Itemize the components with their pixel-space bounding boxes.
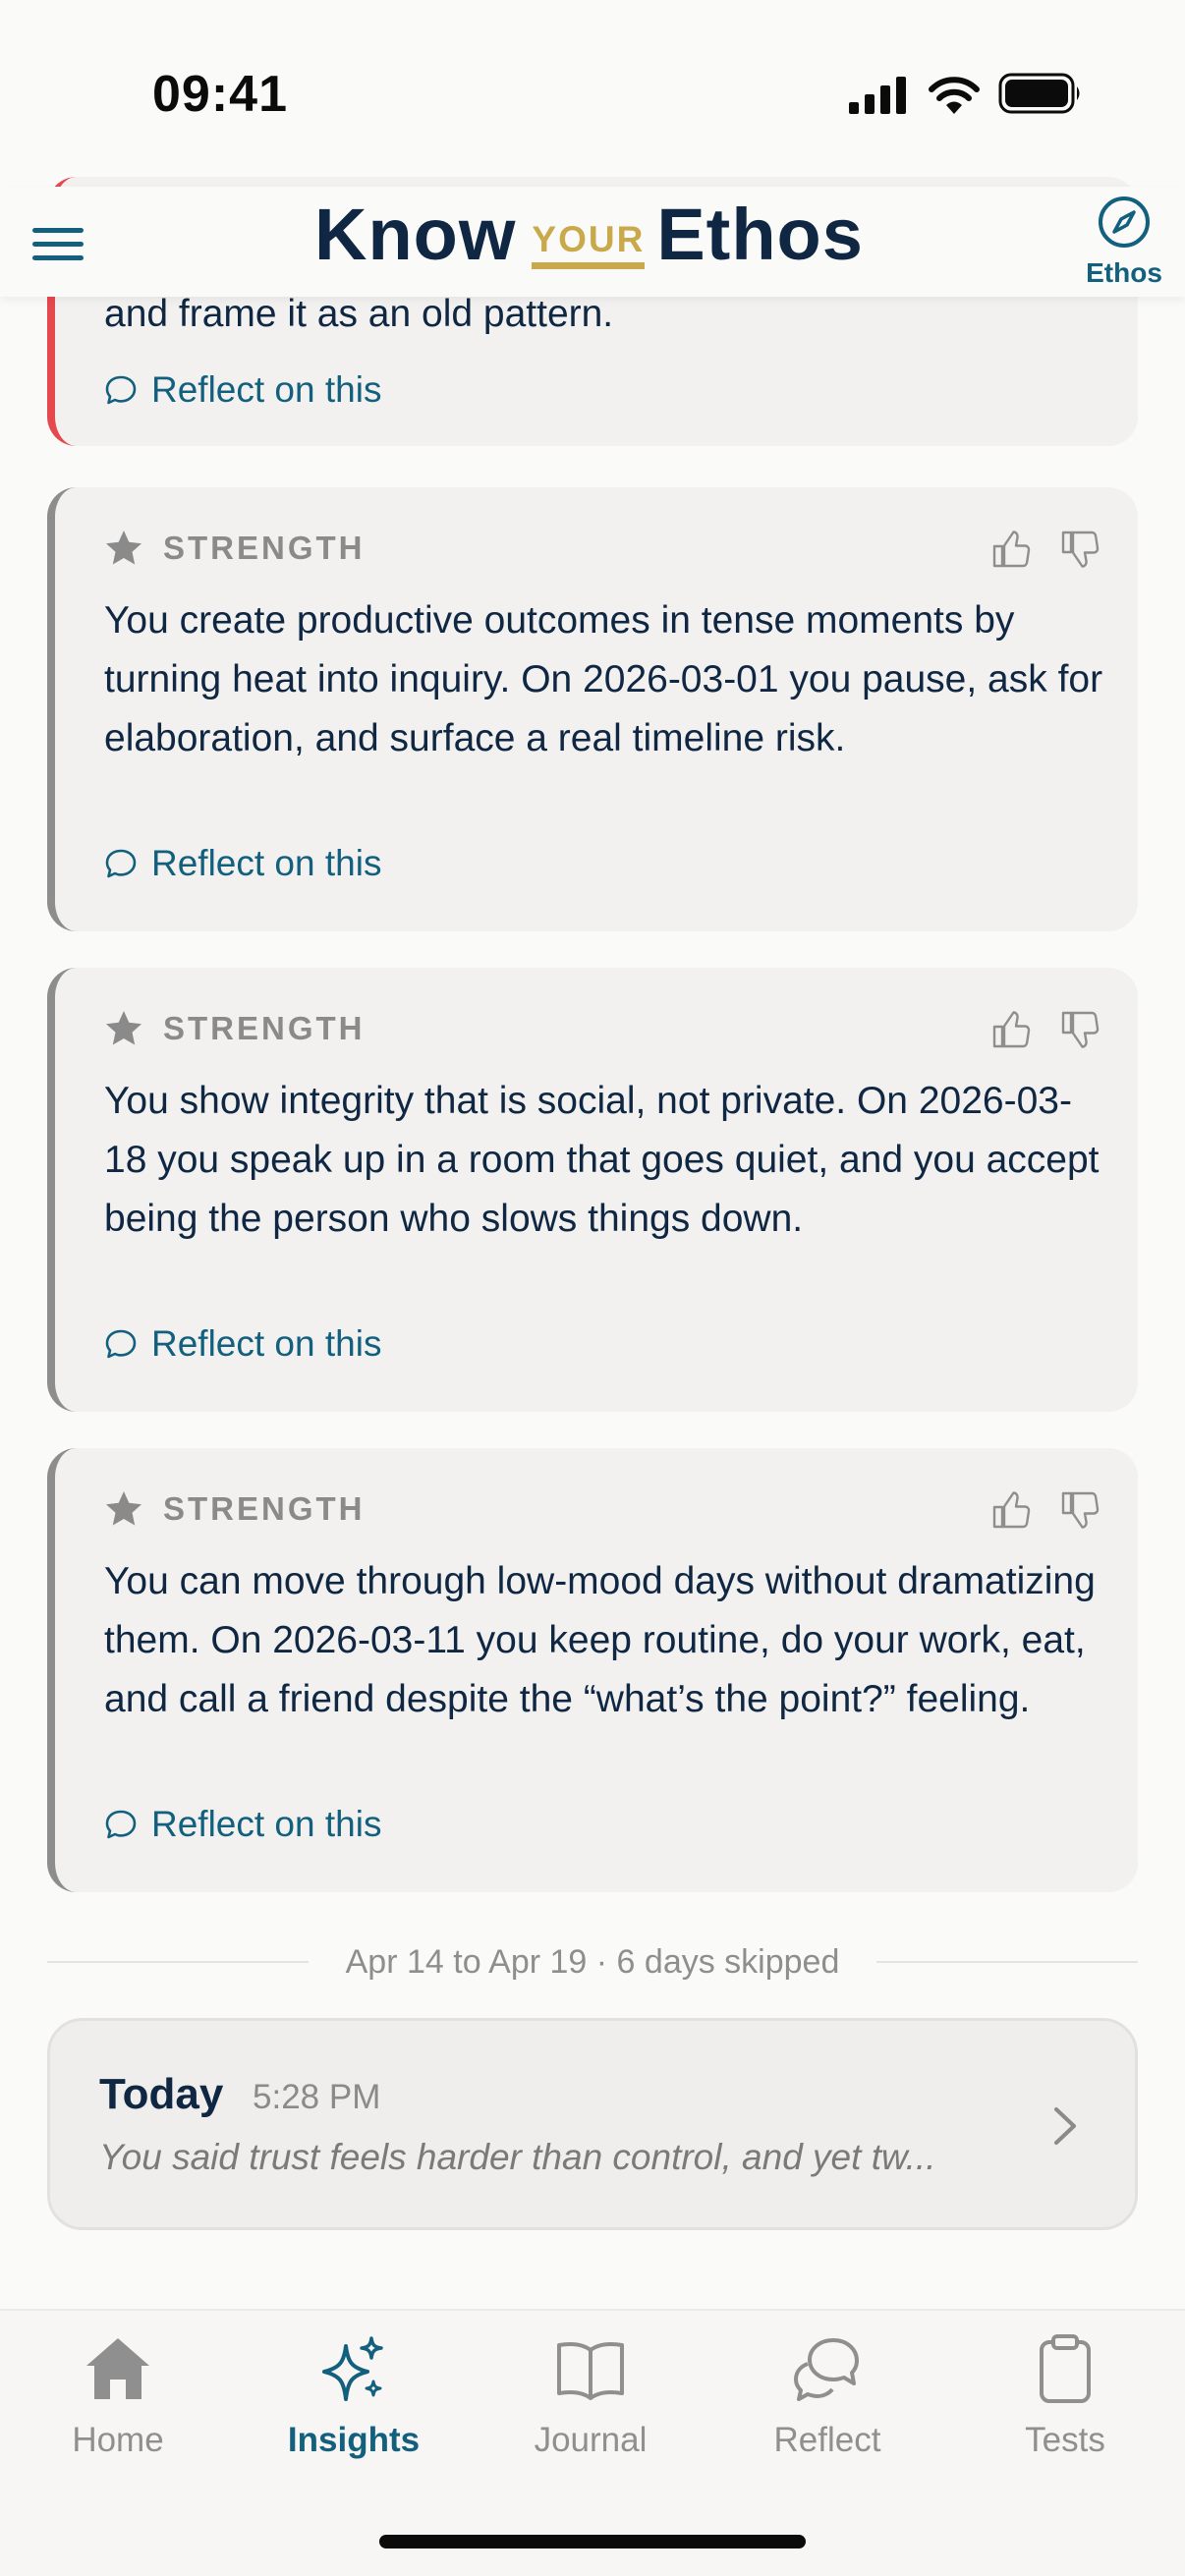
speech-bubble-icon [105,375,137,405]
tab-insights[interactable]: Insights [255,2332,452,2460]
insights-screen: and frame it as an old pattern. Reflect … [0,0,1185,2576]
logo-ethos: Ethos [656,194,864,275]
star-icon [106,531,141,565]
logo-know: Know [314,194,517,275]
home-icon [86,2338,149,2399]
reflect-on-this-link[interactable]: Reflect on this [104,1804,381,1845]
star-icon [106,1011,141,1045]
home-indicator[interactable] [379,2535,806,2548]
ethos-button-label[interactable]: Ethos [1075,257,1173,289]
tab-label: Tests [1025,2421,1105,2459]
chat-bubbles-icon [794,2338,859,2401]
reflect-label: Reflect on this [151,843,382,883]
tab-label: Journal [534,2421,648,2459]
insight-card: STRENGTH You create productive outcomes … [47,487,1138,931]
insight-card: STRENGTH You show integrity that is soci… [47,968,1138,1412]
hamburger-menu-icon[interactable] [29,222,86,267]
card-category-label: STRENGTH [163,1490,366,1527]
reflect-label: Reflect on this [151,1804,382,1844]
thumbs-up-icon[interactable] [990,529,1032,570]
reflect-label: Reflect on this [151,1323,382,1364]
tab-home[interactable]: Home [20,2332,216,2460]
compass-icon[interactable] [1097,195,1152,250]
reflect-label: Reflect on this [151,369,382,410]
divider-line [876,1961,1138,1963]
entry-day-title: Today [99,2070,224,2118]
speech-bubble-icon [105,849,137,878]
card-label-row: STRENGTH [104,1489,366,1529]
wifi-icon [929,77,980,114]
card-label-row: STRENGTH [104,1009,366,1048]
thumbs-down-icon[interactable] [1059,529,1100,570]
status-time: 09:41 [152,66,288,123]
insight-text: You create productive outcomes in tense … [104,599,1103,759]
status-bar: 09:41 [0,0,1185,187]
tab-label: Reflect [773,2421,881,2459]
card-label-row: STRENGTH [104,529,366,568]
tab-reflect[interactable]: Reflect [729,2332,926,2460]
insight-text: You can move through low-mood days witho… [104,1560,1096,1720]
insight-text: You show integrity that is social, not p… [104,1080,1100,1240]
logo-your: YOUR [532,219,646,269]
reflect-on-this-link[interactable]: Reflect on this [104,1323,381,1365]
thumbs-down-icon[interactable] [1059,1009,1100,1050]
cellular-signal-icon [849,77,906,114]
thumbs-up-icon[interactable] [990,1009,1032,1050]
skipped-days-text: Apr 14 to Apr 19 · 6 days skipped [345,1942,840,1981]
thumbs-up-icon[interactable] [990,1489,1032,1531]
chevron-right-icon [1054,2107,1076,2145]
reflect-on-this-link[interactable]: Reflect on this [104,369,381,411]
app-logo: Know YOUR Ethos [314,194,864,275]
insights-feed[interactable]: and frame it as an old pattern. Reflect … [0,0,1185,2309]
book-icon [557,2342,624,2400]
divider-line [47,1961,309,1963]
skipped-days-divider: Apr 14 to Apr 19 · 6 days skipped [47,1939,1138,1985]
insight-card: STRENGTH You can move through low-mood d… [47,1448,1138,1892]
battery-icon [998,73,1080,114]
sparkles-icon [322,2336,383,2401]
entry-snippet: You said trust feels harder than control… [99,2137,936,2177]
tab-journal[interactable]: Journal [492,2332,689,2460]
today-entry-card[interactable]: Today 5:28 PM You said trust feels harde… [47,2018,1138,2230]
reflect-on-this-link[interactable]: Reflect on this [104,843,381,884]
tab-label: Insights [287,2421,421,2459]
entry-time: 5:28 PM [253,2078,381,2116]
tab-label: Home [72,2421,164,2459]
thumbs-down-icon[interactable] [1059,1489,1100,1531]
card-category-label: STRENGTH [163,1010,366,1046]
tab-tests[interactable]: Tests [967,2332,1163,2460]
speech-bubble-icon [105,1810,137,1839]
card-category-label: STRENGTH [163,530,366,566]
star-icon [106,1491,141,1526]
speech-bubble-icon [105,1329,137,1359]
app-header: Know YOUR Ethos Ethos [0,187,1185,297]
clipboard-icon [1040,2334,1091,2403]
